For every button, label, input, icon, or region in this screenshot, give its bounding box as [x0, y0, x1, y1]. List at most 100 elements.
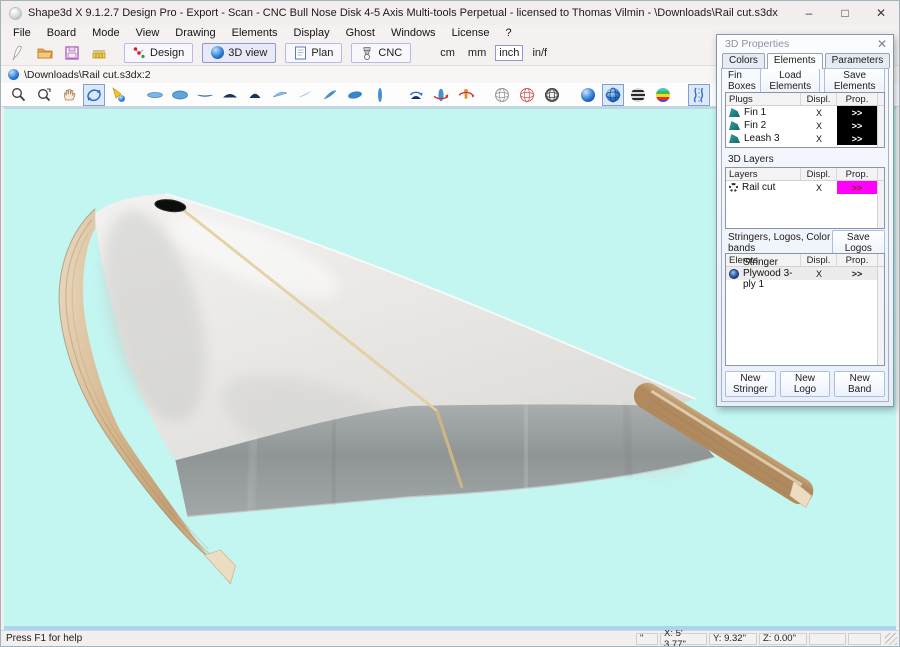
new-band-button[interactable]: New Band [834, 371, 885, 397]
save-icon[interactable] [61, 43, 83, 63]
prop-button[interactable]: >> [837, 119, 877, 132]
zoom-in-icon[interactable] [8, 84, 30, 106]
scrollbar[interactable] [877, 254, 884, 266]
light-icon[interactable] [108, 84, 130, 106]
table-row[interactable]: Stringer Plywood 3-ply 1 X >> [726, 267, 877, 280]
scale-icon[interactable] [88, 43, 110, 63]
displ-flag[interactable]: X [801, 106, 837, 119]
displ-flag[interactable]: X [801, 267, 837, 280]
menu-elements[interactable]: Elements [224, 27, 286, 39]
plan-icon [294, 46, 307, 60]
board-front-wide-icon[interactable] [219, 84, 241, 106]
col-displ: Displ. [801, 93, 837, 105]
unit-mm[interactable]: mm [464, 45, 490, 61]
board-perspective-2-icon[interactable] [294, 84, 316, 106]
menu-view[interactable]: View [128, 27, 168, 39]
scrollbar[interactable] [877, 168, 884, 180]
maximize-button[interactable]: □ [827, 1, 863, 25]
panel-close-icon[interactable]: ✕ [877, 39, 887, 49]
document-tab[interactable]: \Downloads\Rail cut.s3dx:2 [8, 69, 151, 81]
prop-button[interactable]: >> [837, 181, 877, 194]
sphere-grid-icon[interactable] [602, 84, 624, 106]
sphere-mesh-icon[interactable] [541, 84, 563, 106]
load-elements-button[interactable]: Load Elements [760, 68, 820, 94]
tab-label: \Downloads\Rail cut.s3dx:2 [24, 69, 151, 81]
save-elements-button[interactable]: Save Elements [824, 68, 885, 94]
board-file-icon [8, 69, 19, 80]
3d-view-button[interactable]: 3D view [202, 43, 276, 63]
menu-drawing[interactable]: Drawing [167, 27, 223, 39]
curvature-icon[interactable] [688, 84, 710, 106]
design-button[interactable]: Design [124, 43, 193, 63]
board-perspective-1-icon[interactable] [269, 84, 291, 106]
layers-table: Layers Displ. Prop. Rail cut X >> [725, 167, 885, 229]
menu-help[interactable]: ? [497, 27, 519, 39]
plan-label: Plan [311, 47, 333, 59]
plan-button[interactable]: Plan [285, 43, 342, 63]
close-button[interactable]: ✕ [863, 1, 899, 25]
scrollbar[interactable] [877, 181, 884, 228]
window-title: Shape3d X 9.1.2.7 Design Pro - Export - … [28, 7, 778, 19]
unit-inch[interactable]: inch [495, 45, 523, 61]
board-front-icon[interactable] [244, 84, 266, 106]
new-stringer-button[interactable]: New Stringer [725, 371, 776, 397]
menu-file[interactable]: File [5, 27, 39, 39]
table-row[interactable]: Leash 3 X >> [726, 132, 877, 145]
menu-ghost[interactable]: Ghost [338, 27, 383, 39]
sphere-striped-icon[interactable] [627, 84, 649, 106]
unit-selector: cm mm inch in/f [436, 45, 551, 61]
rotate-horizontal-icon[interactable] [430, 84, 452, 106]
save-logos-button[interactable]: Save Logos [832, 230, 885, 256]
scrollbar[interactable] [877, 267, 884, 365]
board-outline-bottom-icon[interactable] [169, 84, 191, 106]
minimize-button[interactable]: – [791, 1, 827, 25]
menu-license[interactable]: License [444, 27, 498, 39]
sphere-wireframe-icon[interactable] [491, 84, 513, 106]
board-vertical-icon[interactable] [369, 84, 391, 106]
menu-display[interactable]: Display [286, 27, 338, 39]
prop-button[interactable]: >> [837, 267, 877, 280]
menu-board[interactable]: Board [39, 27, 84, 39]
table-row[interactable]: Fin 1 X >> [726, 106, 877, 119]
scrollbar[interactable] [877, 106, 884, 147]
rotate-figure-icon[interactable] [455, 84, 477, 106]
status-y-coordinate: Y: 9.32" [709, 633, 757, 645]
tab-parameters[interactable]: Parameters [825, 53, 891, 68]
pan-hand-icon[interactable] [58, 84, 80, 106]
unit-in-f[interactable]: in/f [528, 45, 551, 61]
flip-board-icon[interactable] [405, 84, 427, 106]
board-perspective-3-icon[interactable] [319, 84, 341, 106]
board-profile-icon[interactable] [194, 84, 216, 106]
displ-flag[interactable]: X [801, 132, 837, 145]
menu-mode[interactable]: Mode [84, 27, 128, 39]
table-row[interactable]: Rail cut X >> [726, 181, 877, 194]
resize-grip[interactable] [885, 633, 897, 645]
open-folder-icon[interactable] [34, 43, 56, 63]
sphere-rainbow-icon[interactable] [652, 84, 674, 106]
table-row[interactable]: Fin 2 X >> [726, 119, 877, 132]
tab-elements[interactable]: Elements [767, 53, 823, 69]
displ-flag[interactable]: X [801, 119, 837, 132]
tab-colors[interactable]: Colors [722, 53, 765, 68]
board-perspective-4-icon[interactable] [344, 84, 366, 106]
sphere-solid-icon[interactable] [577, 84, 599, 106]
displ-flag[interactable]: X [801, 181, 837, 194]
new-logo-button[interactable]: New Logo [780, 371, 831, 397]
col-layers: Layers [726, 168, 801, 180]
zoom-window-icon[interactable] [33, 84, 55, 106]
quill-icon[interactable] [7, 43, 29, 63]
app-logo-icon [9, 7, 22, 20]
status-empty-cell [809, 633, 846, 645]
board-outline-top-icon[interactable] [144, 84, 166, 106]
rotate-3d-icon[interactable] [83, 84, 105, 106]
status-x-coordinate: X: 5' 3.77" [660, 633, 707, 645]
prop-button[interactable]: >> [837, 132, 877, 145]
prop-button[interactable]: >> [837, 106, 877, 119]
cnc-icon [360, 46, 374, 60]
cnc-label: CNC [378, 47, 402, 59]
cnc-button[interactable]: CNC [351, 43, 411, 63]
scrollbar[interactable] [877, 93, 884, 105]
unit-cm[interactable]: cm [436, 45, 459, 61]
menu-windows[interactable]: Windows [383, 27, 444, 39]
sphere-wireframe-red-icon[interactable] [516, 84, 538, 106]
